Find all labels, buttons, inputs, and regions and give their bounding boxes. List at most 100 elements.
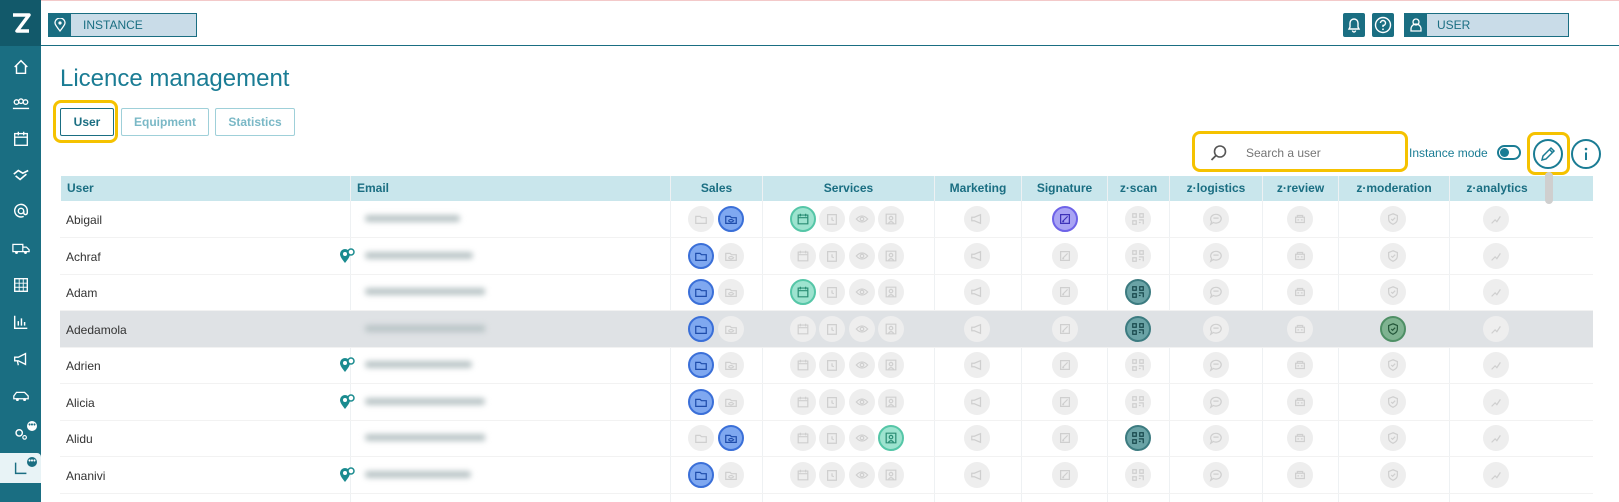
sales-folder-icon[interactable] — [688, 425, 714, 451]
tab-statistics[interactable]: Statistics — [215, 108, 295, 136]
instance-mode-toggle[interactable] — [1497, 145, 1521, 160]
services-clock-icon[interactable] — [819, 315, 845, 342]
zanalytics-icon[interactable] — [1483, 461, 1509, 488]
services-eye-icon[interactable] — [849, 206, 875, 232]
zreview-icon[interactable] — [1287, 242, 1313, 269]
services-person-icon[interactable] — [878, 425, 904, 451]
marketing-megaphone-icon[interactable] — [964, 315, 990, 342]
zmoderation-icon[interactable] — [1380, 461, 1406, 488]
column-header[interactable]: z·logistics — [1169, 176, 1262, 201]
zanalytics-icon[interactable] — [1483, 315, 1509, 342]
column-header[interactable]: Email — [350, 176, 670, 201]
zreview-icon[interactable] — [1287, 279, 1313, 305]
services-clock-icon[interactable] — [819, 206, 845, 232]
marketing-megaphone-icon[interactable] — [964, 352, 990, 378]
services-eye-icon[interactable] — [849, 388, 875, 415]
edit-pencil-button[interactable] — [1533, 139, 1563, 169]
zmoderation-icon[interactable] — [1380, 425, 1406, 451]
location-badge-icon[interactable] — [338, 356, 356, 379]
column-header[interactable]: Services — [762, 176, 934, 201]
zlogistics-icon[interactable] — [1203, 388, 1229, 415]
marketing-megaphone-icon[interactable] — [964, 461, 990, 488]
sales-view-icon[interactable] — [718, 425, 744, 451]
signature-icon[interactable] — [1052, 352, 1078, 378]
services-clock-icon[interactable] — [819, 279, 845, 305]
table-row[interactable]: Adedamola — [60, 310, 1593, 348]
logo[interactable] — [0, 0, 41, 46]
marketing-megaphone-icon[interactable] — [964, 388, 990, 415]
zreview-icon[interactable] — [1287, 206, 1313, 232]
zscan-qr-icon[interactable] — [1125, 242, 1151, 269]
column-header[interactable]: Sales — [670, 176, 762, 201]
zanalytics-icon[interactable] — [1483, 206, 1509, 232]
handshake-icon[interactable] — [0, 160, 41, 190]
services-person-icon[interactable] — [878, 388, 904, 415]
services-person-icon[interactable] — [878, 242, 904, 269]
table-row[interactable]: Adam — [60, 274, 1593, 311]
services-calendar-icon[interactable] — [790, 279, 816, 305]
zanalytics-icon[interactable] — [1483, 425, 1509, 451]
signature-icon[interactable] — [1052, 206, 1078, 232]
column-header[interactable]: z·scan — [1107, 176, 1169, 201]
zreview-icon[interactable] — [1287, 388, 1313, 415]
zscan-qr-icon[interactable] — [1125, 279, 1151, 305]
services-clock-icon[interactable] — [819, 461, 845, 488]
marketing-megaphone-icon[interactable] — [964, 206, 990, 232]
marketing-megaphone-icon[interactable] — [964, 279, 990, 305]
bar-chart-icon[interactable] — [0, 307, 41, 337]
column-header[interactable]: z·analytics — [1449, 176, 1544, 201]
services-calendar-icon[interactable] — [790, 388, 816, 415]
zanalytics-icon[interactable] — [1483, 388, 1509, 415]
table-row[interactable]: Alidu — [60, 420, 1593, 457]
sales-view-icon[interactable] — [718, 242, 744, 269]
zmoderation-icon[interactable] — [1380, 352, 1406, 378]
tab-user[interactable]: User — [60, 108, 114, 136]
signature-icon[interactable] — [1052, 242, 1078, 269]
zlogistics-icon[interactable] — [1203, 242, 1229, 269]
zmoderation-icon[interactable] — [1380, 388, 1406, 415]
zscan-qr-icon[interactable] — [1125, 388, 1151, 415]
megaphone-icon[interactable] — [0, 344, 41, 374]
zanalytics-icon[interactable] — [1483, 352, 1509, 378]
zlogistics-icon[interactable] — [1203, 315, 1229, 342]
group-icon[interactable] — [0, 88, 41, 118]
location-badge-icon[interactable] — [338, 466, 356, 489]
column-header[interactable]: z·moderation — [1338, 176, 1449, 201]
zreview-icon[interactable] — [1287, 352, 1313, 378]
zmoderation-icon[interactable] — [1380, 206, 1406, 232]
notifications-bell-icon[interactable] — [1343, 13, 1365, 37]
at-icon[interactable] — [0, 196, 41, 226]
services-person-icon[interactable] — [878, 206, 904, 232]
settings-icon[interactable]: ••• — [0, 417, 41, 447]
zscan-qr-icon[interactable] — [1125, 315, 1151, 342]
zlogistics-icon[interactable] — [1203, 279, 1229, 305]
sales-folder-icon[interactable] — [688, 206, 714, 232]
services-eye-icon[interactable] — [849, 242, 875, 269]
table-row[interactable]: Adrien — [60, 347, 1593, 384]
zreview-icon[interactable] — [1287, 315, 1313, 342]
zmoderation-icon[interactable] — [1380, 315, 1406, 342]
sales-folder-icon[interactable] — [688, 279, 714, 305]
column-header[interactable]: Marketing — [934, 176, 1021, 201]
table-icon[interactable] — [0, 270, 41, 300]
services-calendar-icon[interactable] — [790, 461, 816, 488]
services-calendar-icon[interactable] — [790, 352, 816, 378]
signature-icon[interactable] — [1052, 279, 1078, 305]
services-eye-icon[interactable] — [849, 279, 875, 305]
zlogistics-icon[interactable] — [1203, 425, 1229, 451]
table-row[interactable]: Ananivi — [60, 457, 1593, 494]
sales-view-icon[interactable] — [718, 388, 744, 415]
signature-icon[interactable] — [1052, 461, 1078, 488]
sales-folder-icon[interactable] — [688, 242, 714, 269]
zmoderation-icon[interactable] — [1380, 242, 1406, 269]
services-calendar-icon[interactable] — [790, 315, 816, 342]
signature-icon[interactable] — [1052, 388, 1078, 415]
zlogistics-icon[interactable] — [1203, 461, 1229, 488]
services-clock-icon[interactable] — [819, 242, 845, 269]
column-header[interactable]: User — [60, 176, 350, 201]
table-row[interactable]: Abigail — [60, 201, 1593, 238]
zreview-icon[interactable] — [1287, 461, 1313, 488]
sales-view-icon[interactable] — [718, 206, 744, 232]
column-header[interactable]: Signature — [1021, 176, 1107, 201]
zreview-icon[interactable] — [1287, 425, 1313, 451]
